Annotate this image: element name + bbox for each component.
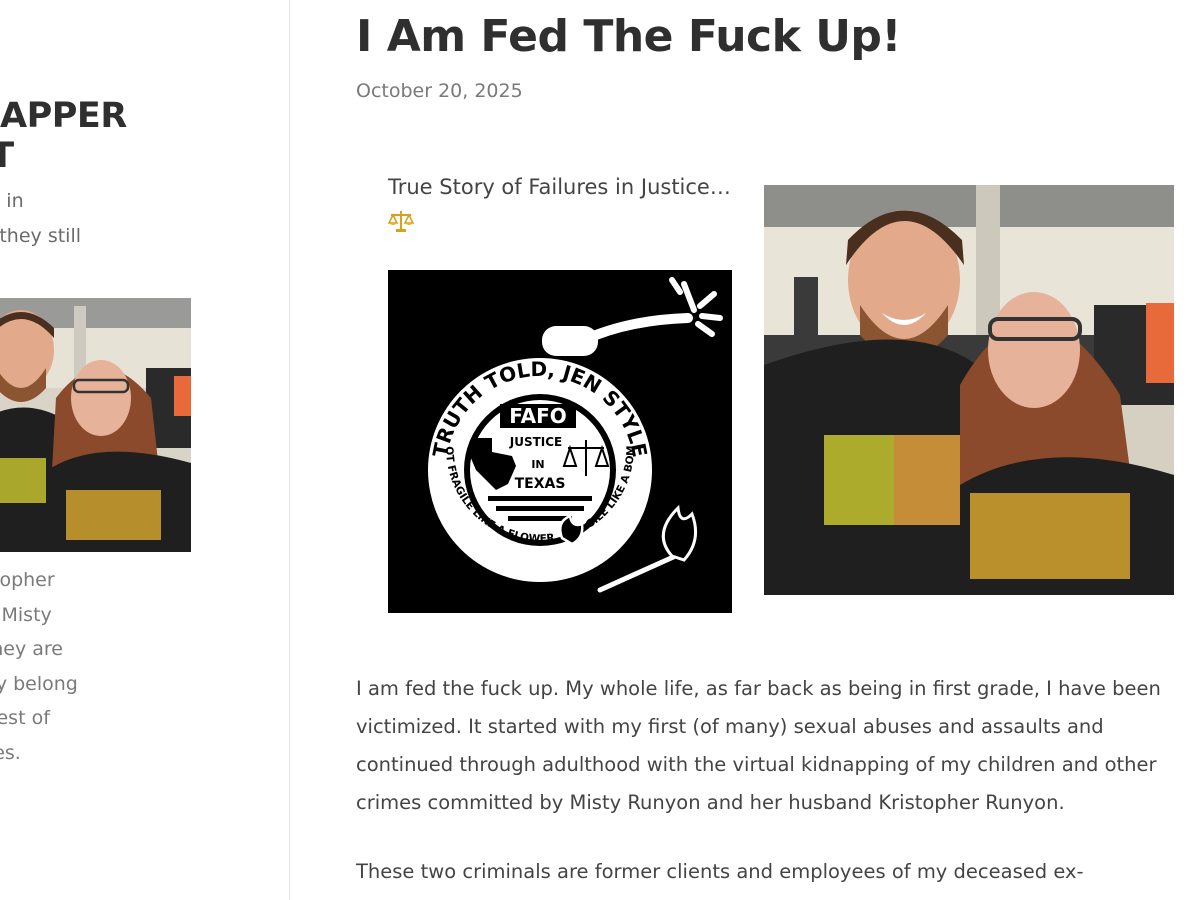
post-title[interactable]: I Am Fed The Fuck Up! — [356, 6, 901, 68]
sidebar-subtitle: pers belong in So why are they still g f… — [0, 190, 82, 247]
intro-text: True Story of Failures in Justice… — [388, 175, 731, 199]
sidebar-caption: ed are Kristopher n (left) and Misty n (… — [0, 569, 78, 764]
article: I Am Fed The Fuck Up! October 20, 2025 T… — [356, 0, 1186, 900]
logo-line1: JUSTICE — [509, 435, 563, 449]
sidebar-photo — [0, 298, 191, 552]
paragraph-2: These two criminals are former clients a… — [356, 860, 1084, 883]
sidebar: ONAPPER ERT pers belong in So why are th… — [0, 0, 290, 900]
fafo-logo-image: TRUTH TOLD, JEN STYLE NOT FRAGILE LIKE A… — [388, 270, 732, 613]
runyon-couple-photo — [764, 185, 1174, 595]
logo-line3: TEXAS — [515, 476, 566, 492]
paragraph-1: I am fed the fuck up. My whole life, as … — [356, 677, 1161, 814]
logo-line2: IN — [531, 458, 544, 471]
balance-scale-icon — [388, 211, 414, 232]
post-date[interactable]: October 20, 2025 — [356, 80, 523, 102]
sidebar-title: ONAPPER ERT — [0, 96, 127, 176]
logo-badge: FAFO — [509, 404, 567, 428]
